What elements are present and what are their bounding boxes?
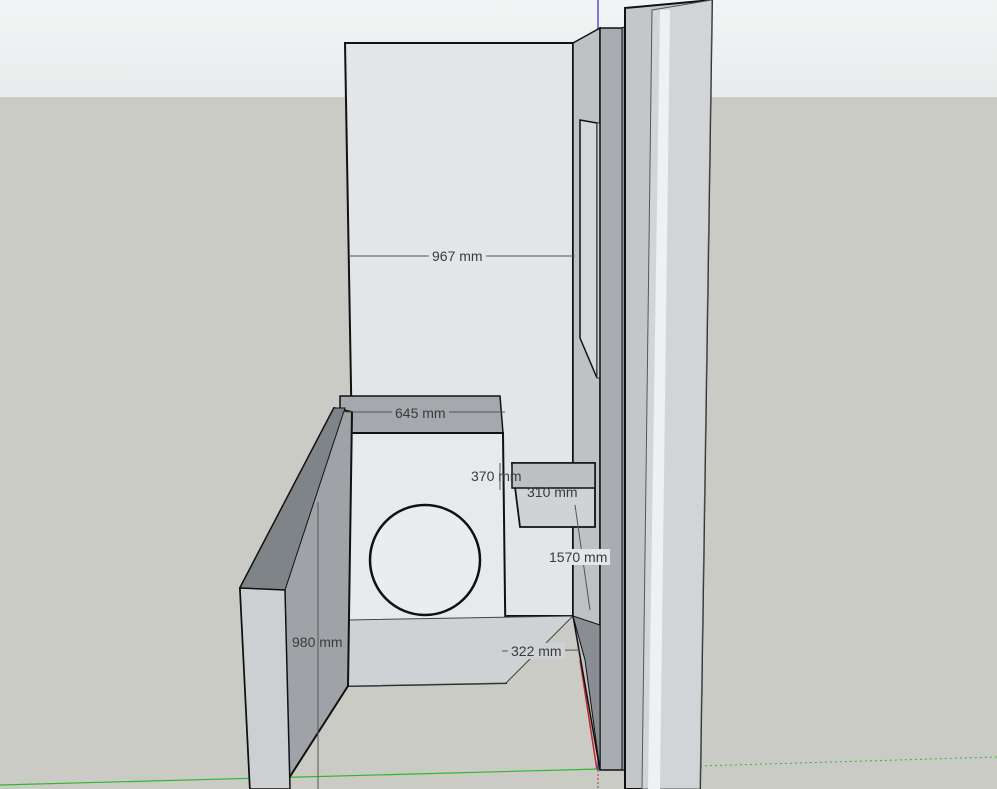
model-scene[interactable] [0,0,997,789]
green-axis [0,768,601,786]
dimension-label-machine-width[interactable]: 645 mm [392,405,449,421]
dimension-label-shelf-height[interactable]: 370 mm [468,468,525,484]
dimension-label-floor-gap[interactable]: 322 mm [508,643,565,659]
dimension-label-shelf-depth[interactable]: 310 mm [524,484,581,500]
dimension-label-wall-width[interactable]: 967 mm [429,248,486,264]
dimension-label-shelf-elevation[interactable]: 1570 mm [546,549,611,565]
window-opening[interactable] [579,119,598,379]
machine-door[interactable] [368,503,482,617]
dimension-label-panel-height[interactable]: 980 mm [289,634,346,650]
model-viewport[interactable]: 967 mm 645 mm 370 mm 310 mm 1570 mm 322 … [0,0,997,789]
